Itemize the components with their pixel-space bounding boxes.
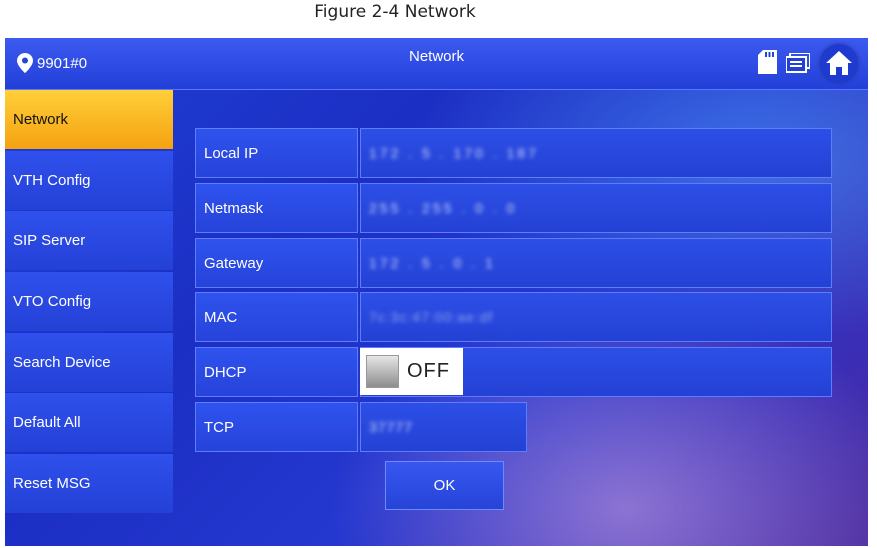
local-ip-label: Local IP [195,128,358,178]
sidebar-item-sip-server[interactable]: SIP Server [5,211,173,271]
gateway-value: 172 . 5 . 0 . 1 [369,255,496,271]
sidebar-item-default-all[interactable]: Default All [5,393,173,453]
ok-button[interactable]: OK [385,461,504,510]
figure-caption: Figure 2-4 Network [314,2,476,22]
tcp-value: 37777 [369,419,413,435]
mac-value: 7c:3c:47:00:ae:df [369,309,494,325]
home-button[interactable] [820,44,858,82]
local-ip-field[interactable]: 172 . 5 . 170 . 187 [360,128,832,178]
dhcp-toggle[interactable]: OFF [360,348,463,395]
home-icon [826,51,852,75]
sidebar-item-reset-msg[interactable]: Reset MSG [5,454,173,514]
network-settings-screen: 9901#0 Network Network VTH Config SIP Se… [5,38,868,546]
tcp-label: TCP [195,402,358,452]
netmask-value: 255 . 255 . 0 . 0 [369,200,518,216]
sidebar-item-vth-config[interactable]: VTH Config [5,150,173,210]
sidebar-item-search-device[interactable]: Search Device [5,332,173,392]
netmask-field[interactable]: 255 . 255 . 0 . 0 [360,183,832,233]
toggle-knob [366,355,399,388]
dhcp-label: DHCP [195,347,358,397]
local-ip-value: 172 . 5 . 170 . 187 [369,145,539,161]
settings-sidebar: Network VTH Config SIP Server VTO Config… [5,90,173,515]
dhcp-state: OFF [407,360,450,382]
message-icon[interactable] [786,53,810,73]
page-title: Network [408,48,464,65]
gateway-label: Gateway [195,238,358,288]
tcp-field[interactable]: 37777 [360,402,527,452]
sidebar-item-vto-config[interactable]: VTO Config [5,272,173,332]
mac-label: MAC [195,292,358,342]
sidebar-item-network[interactable]: Network [5,90,173,149]
top-bar: 9901#0 Network [5,38,868,90]
mac-field: 7c:3c:47:00:ae:df [360,292,832,342]
sd-card-icon[interactable] [758,50,777,74]
netmask-label: Netmask [195,183,358,233]
gateway-field[interactable]: 172 . 5 . 0 . 1 [360,238,832,288]
